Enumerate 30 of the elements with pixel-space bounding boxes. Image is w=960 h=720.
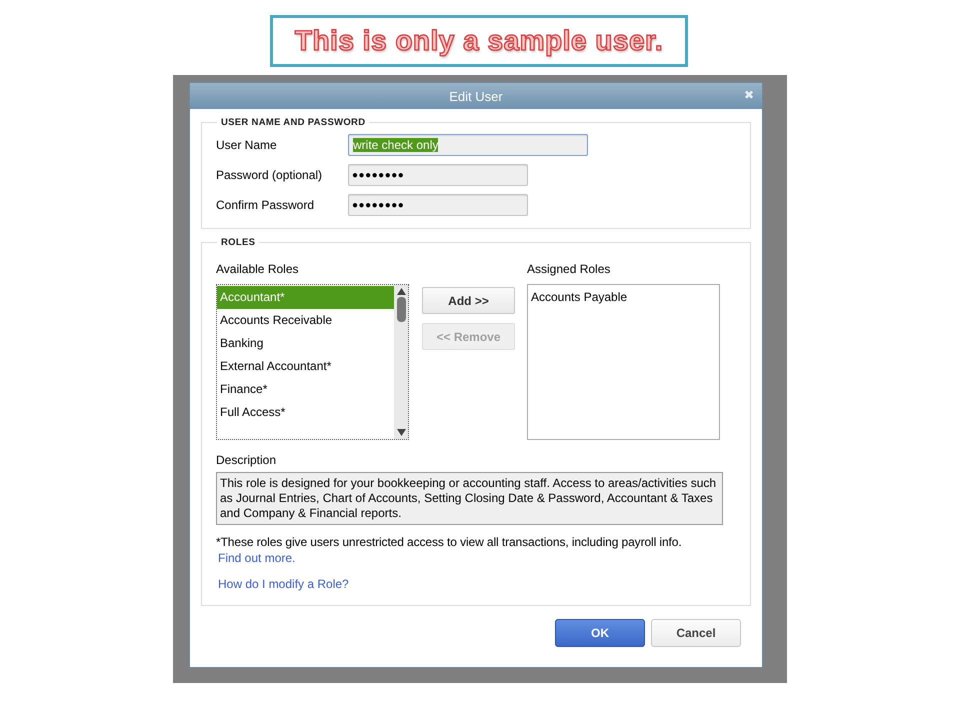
- scroll-thumb[interactable]: [396, 297, 406, 322]
- help-link[interactable]: How do I modify a Role?: [218, 577, 349, 591]
- password-field[interactable]: ●●●●●●●●: [348, 194, 528, 216]
- scroll-up-icon[interactable]: [396, 288, 406, 295]
- list-item[interactable]: Finance*: [217, 378, 394, 401]
- cancel-button[interactable]: Cancel: [651, 619, 741, 647]
- help-link[interactable]: Find out more.: [218, 551, 296, 565]
- list-item[interactable]: Full Access*: [217, 401, 394, 424]
- section-heading: USER NAME AND PASSWORD: [220, 117, 366, 128]
- password-field[interactable]: ●●●●●●●●: [348, 164, 528, 186]
- ok-button[interactable]: OK: [555, 619, 645, 647]
- field-label: Confirm Password: [216, 198, 316, 212]
- note-text: *These roles give users unrestricted access to view all transactions, including payroll info.: [216, 535, 683, 549]
- list-item[interactable]: Accounts Payable: [531, 289, 716, 305]
- add-button[interactable]: Add >>: [422, 287, 515, 314]
- list-item[interactable]: Banking: [217, 332, 394, 355]
- list-label: Assigned Roles: [527, 262, 612, 276]
- list-label: Available Roles: [216, 262, 300, 276]
- list-item[interactable]: External Accountant*: [217, 355, 394, 378]
- description-text: This role is designed for your bookkeeping or accounting staff. Access to areas/activities such as Journal Entries, Chart of Accounts, Setting Closing Date & Password, Accountant & Taxes and Company & Financial reports.: [216, 472, 723, 525]
- window-title: Edit User: [449, 88, 503, 104]
- section-heading: ROLES: [220, 237, 256, 248]
- list-item[interactable]: Accounts Receivable: [217, 309, 394, 332]
- scrollbar[interactable]: [394, 285, 408, 439]
- banner-text: This is only a sample user.: [294, 25, 664, 57]
- field-label: Password (optional): [216, 168, 324, 182]
- list-item[interactable]: Accountant*: [217, 286, 394, 309]
- scroll-down-icon[interactable]: [396, 429, 406, 436]
- description-label: Description: [216, 453, 278, 467]
- field-label: User Name: [216, 138, 278, 152]
